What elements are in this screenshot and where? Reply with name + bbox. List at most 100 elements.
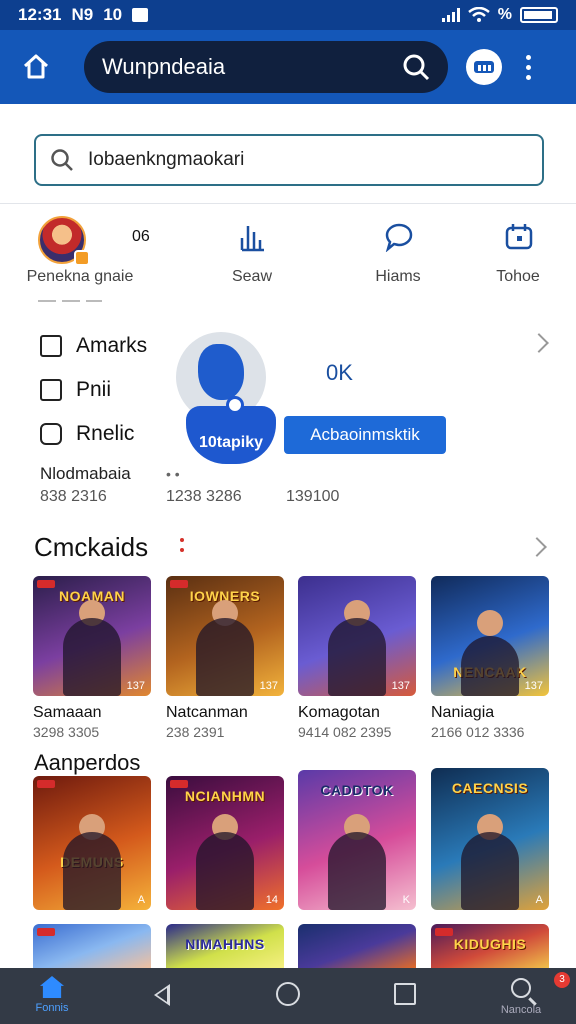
game-card[interactable] <box>298 924 416 968</box>
search-icon[interactable] <box>402 53 430 81</box>
edit-icon <box>40 335 62 357</box>
game-subtitle: 238 2391 <box>166 724 225 740</box>
status-time: 12:31 <box>18 5 62 24</box>
shortcut-row: 06 Penekna gnaie Seaw Hiams Tohoe <box>0 210 576 310</box>
game-corner-label: 137 <box>524 680 543 692</box>
battery-icon <box>520 7 558 23</box>
game-subtitle: 9414 082 2395 <box>298 724 392 740</box>
game-title: Samaaan <box>33 704 102 721</box>
game-corner-label: A <box>137 894 145 906</box>
search-icon <box>51 149 73 171</box>
game-thumbnail: NCIANHMN 14 <box>166 776 284 910</box>
menu-item-pnii[interactable]: Pnii <box>40 378 111 402</box>
game-card[interactable]: CAECNSIS A <box>431 768 549 910</box>
game-corner-label: 137 <box>391 680 410 692</box>
game-card[interactable]: NENCAAK137 Naniagia 2166 012 3336 <box>431 576 549 740</box>
game-card[interactable]: NOAMAN 137 Samaaan 3298 3305 <box>33 576 151 740</box>
game-corner-label: 14 <box>265 894 278 906</box>
game-title: Komagotan <box>298 704 380 721</box>
nav-home-label: Fonnis <box>35 1002 69 1014</box>
game-subtitle: 2166 012 3336 <box>431 724 525 740</box>
menu-item-amarks[interactable]: Amarks <box>40 334 147 358</box>
chat-icon <box>385 223 413 252</box>
home-button[interactable] <box>16 47 56 87</box>
profile-menu: Amarks Pnii Rnelic 0K 10tapiky Acbaoinms… <box>0 322 576 522</box>
follow-button[interactable]: 10tapiky <box>186 396 276 464</box>
shortcut-label: Hiams <box>375 268 421 285</box>
notification-badge: 3 <box>554 972 570 988</box>
app-search-bar[interactable]: Wunpndeaia <box>84 41 448 93</box>
signal-icon <box>441 8 460 22</box>
chevron-right-icon[interactable] <box>527 537 547 557</box>
store-icon <box>474 61 494 73</box>
chart-icon <box>240 226 264 252</box>
calendar-icon <box>505 224 533 250</box>
action-button[interactable]: Acbaoinmsktik <box>284 416 446 454</box>
game-thumbnail <box>298 924 416 968</box>
wifi-icon <box>467 7 490 22</box>
more-icon[interactable] <box>180 538 184 556</box>
game-thumbnail: KIDUGHIS <box>431 924 549 968</box>
game-card[interactable]: IOWNERS 137 Natcanman 238 2391 <box>166 576 284 740</box>
divider <box>38 300 102 302</box>
game-banner: CADDTOK <box>320 782 394 798</box>
game-card[interactable]: 137 Komagotan 9414 082 2395 <box>298 576 416 740</box>
avatar-badge <box>74 250 90 266</box>
store-button[interactable] <box>466 49 502 85</box>
game-card[interactable]: NIMAHHNS <box>166 924 284 968</box>
game-corner-label: 137 <box>259 680 278 692</box>
menu-item-rnelic[interactable]: Rnelic <box>40 422 134 446</box>
notification-icon <box>132 8 149 22</box>
home-icon <box>40 976 64 998</box>
menu-item-label: Pnii <box>76 378 112 401</box>
game-card[interactable] <box>33 924 151 968</box>
game-thumbnail: IOWNERS 137 <box>166 576 284 696</box>
back-icon[interactable] <box>154 984 170 1006</box>
game-banner: NIMAHHNS <box>185 936 265 952</box>
game-banner: KIDUGHIS <box>453 936 527 952</box>
home-circle-icon[interactable] <box>276 982 300 1006</box>
section-title: Aanperdos <box>34 750 141 775</box>
chevron-right-icon[interactable] <box>529 333 549 353</box>
game-card[interactable]: NCIANHMN 14 <box>166 776 284 910</box>
stats-label: Nlodmabaia <box>40 464 131 483</box>
user-icon <box>226 396 244 414</box>
shortcut-label: Tohoe <box>496 268 540 285</box>
status-bar: 12:31 N9 10 % <box>0 0 576 30</box>
search-input[interactable]: Iobaenkngmaokari <box>34 134 544 186</box>
game-title: Natcanman <box>166 704 248 721</box>
stat-value: 139100 <box>286 488 340 505</box>
nav-search[interactable]: Nancola <box>496 976 546 1016</box>
search-input-value: Iobaenkngmaokari <box>88 149 245 170</box>
status-carrier: N9 <box>71 5 94 24</box>
game-banner: CAECNSIS <box>451 780 529 796</box>
battery-percent: % <box>497 6 512 23</box>
more-options-button[interactable] <box>516 47 540 87</box>
stat-value: 1238 3286 <box>166 488 242 505</box>
nav-home[interactable]: Fonnis <box>30 976 74 1014</box>
game-card[interactable]: KIDUGHIS <box>431 924 549 968</box>
game-banner: NCIANHMN <box>184 788 266 804</box>
note-icon <box>40 379 62 401</box>
game-thumbnail: DEMUNSA <box>33 776 151 910</box>
home-icon <box>23 54 49 79</box>
search-icon <box>511 978 531 998</box>
instagram-icon <box>40 423 62 445</box>
ok-count: 0K <box>326 360 353 385</box>
shortcut-value: 06 <box>132 228 150 245</box>
follow-button-label: 10tapiky <box>198 434 264 451</box>
game-subtitle: 3298 3305 <box>33 724 100 740</box>
stats-separator: • • <box>166 466 180 482</box>
action-button-label: Acbaoinmsktik <box>310 425 420 444</box>
recent-apps-icon[interactable] <box>394 983 416 1005</box>
menu-item-label: Amarks <box>76 334 148 357</box>
section-title: Cmckaids <box>34 532 149 562</box>
profile-icon <box>198 344 244 400</box>
stat-value: 838 2316 <box>40 488 107 505</box>
game-card[interactable]: CADDTOK K <box>298 770 416 910</box>
game-thumbnail: NENCAAK137 <box>431 576 549 696</box>
game-thumbnail <box>33 924 151 968</box>
app-bar: Wunpndeaia <box>0 30 576 104</box>
game-thumbnail: NIMAHHNS <box>166 924 284 968</box>
game-card[interactable]: DEMUNSA <box>33 776 151 910</box>
